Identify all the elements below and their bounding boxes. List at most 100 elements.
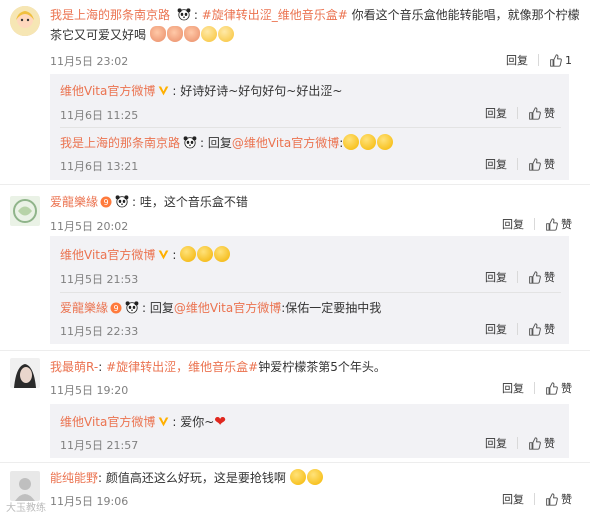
emoji-laugh-icon	[360, 134, 377, 150]
panda-icon	[176, 7, 192, 21]
reply-button[interactable]: 回复	[502, 380, 524, 396]
reply-list: 维他Vita官方微博: 爱你~❤ 11月5日 21:57 回复 赞	[50, 404, 569, 458]
emoji-laugh-icon	[343, 134, 360, 150]
panda-icon	[114, 194, 130, 208]
verified-v-icon	[157, 84, 170, 97]
reply-username[interactable]: 维他Vita官方微博	[60, 415, 155, 429]
reply-button[interactable]: 回复	[485, 321, 507, 337]
emoji-grin-icon	[306, 469, 323, 485]
reply-username[interactable]: 爱龍樂緣	[60, 301, 108, 315]
panda-icon	[182, 135, 198, 149]
divider	[538, 54, 539, 66]
like-button[interactable]: 赞	[545, 216, 572, 232]
reply-button[interactable]: 回复	[485, 435, 507, 451]
avatar-image	[10, 358, 40, 388]
reply-button[interactable]: 回复	[485, 269, 507, 285]
emoji-grin-icon	[289, 469, 306, 485]
avatar[interactable]	[10, 6, 40, 36]
reply-text: 爱龍樂緣: 回复@维他Vita官方微博:保佑一定要抽中我	[60, 301, 382, 315]
emoji-smile-icon	[217, 26, 234, 42]
reply-button[interactable]: 回复	[502, 491, 524, 507]
divider	[534, 218, 535, 230]
reply-button[interactable]: 回复	[506, 52, 528, 68]
like-label: 赞	[561, 382, 572, 395]
reply-button[interactable]: 回复	[502, 216, 524, 232]
comment-3: 我最萌R-: #旋律转出涩，维他音乐盒#钟爱柠檬茶第5个年头。 11月5日 19…	[0, 352, 590, 462]
reply-item: 爱龍樂緣: 回复@维他Vita官方微博:保佑一定要抽中我 11月5日 22:33…	[50, 293, 569, 344]
like-button[interactable]: 赞	[528, 321, 555, 337]
reply-button[interactable]: 回复	[485, 105, 507, 121]
comment-body: 颜值高还这么好玩，这是要抢钱啊	[105, 471, 286, 485]
like-button[interactable]: 赞	[545, 491, 572, 507]
reply-text: 维他Vita官方微博:	[60, 246, 561, 264]
verified-v-icon	[157, 415, 170, 428]
comment-body: 哇，这个音乐盒不错	[139, 195, 248, 209]
mention-link[interactable]: @维他Vita官方微博	[232, 136, 339, 150]
thumb-up-icon	[528, 158, 541, 171]
like-label: 赞	[561, 218, 572, 231]
comment-divider	[0, 350, 590, 351]
like-label: 赞	[544, 437, 555, 450]
avatar-image	[10, 196, 40, 226]
like-count: 1	[565, 53, 572, 67]
reply-time: 11月5日 21:57	[60, 439, 139, 452]
avatar[interactable]	[10, 196, 40, 226]
emoji-laugh-icon	[377, 134, 394, 150]
heart-icon: ❤	[214, 414, 227, 430]
reply-username[interactable]: 我是上海的那条南京路	[60, 136, 180, 150]
comment-username[interactable]: 我最萌R-	[50, 360, 98, 374]
reply-time: 11月6日 13:21	[60, 160, 139, 173]
comment-time: 11月5日 19:20	[50, 384, 129, 397]
reply-username[interactable]: 维他Vita官方微博	[60, 248, 155, 262]
hashtag-link[interactable]: #旋律转出涩_维他音乐盒#	[202, 8, 348, 22]
comment-username[interactable]: 能纯能野	[50, 471, 98, 485]
emoji-hands-icon	[166, 26, 183, 42]
reply-text: 维他Vita官方微博: 爱你~❤	[60, 414, 227, 430]
reply-body: 爱你~	[180, 415, 215, 429]
comment-body: 你看这个音乐盒他能转能唱，就像那个柠檬	[351, 8, 580, 22]
like-label: 赞	[544, 158, 555, 171]
like-button[interactable]: 赞	[528, 435, 555, 451]
reply-actions: 回复 赞	[485, 156, 555, 172]
emoji-sunglasses-icon	[180, 246, 197, 262]
avatar[interactable]	[10, 471, 40, 501]
thumb-up-icon	[528, 107, 541, 120]
divider	[534, 382, 535, 394]
thumb-up-icon	[528, 323, 541, 336]
divider	[517, 107, 518, 119]
comment-body: 钟爱柠檬茶第5个年头。	[258, 360, 386, 374]
reply-text: 我是上海的那条南京路: 回复@维他Vita官方微博:	[60, 134, 561, 152]
like-label: 赞	[544, 323, 555, 336]
reply-username[interactable]: 维他Vita官方微博	[60, 84, 155, 98]
reply-actions: 回复 赞	[485, 105, 555, 121]
comment-body-line2: 茶它又可爱又好喝	[50, 28, 147, 42]
comment-1: 我是上海的那条南京路 : #旋律转出涩_维他音乐盒# 你看这个音乐盒他能转能唱，…	[0, 0, 590, 186]
like-button[interactable]: 赞	[545, 380, 572, 396]
comment-text: 我最萌R-: #旋律转出涩，维他音乐盒#钟爱柠檬茶第5个年头。	[50, 360, 386, 374]
comment-text: 我是上海的那条南京路 : #旋律转出涩_维他音乐盒# 你看这个音乐盒他能转能唱，…	[50, 7, 580, 42]
mention-link[interactable]: @维他Vita官方微博	[174, 301, 281, 315]
comment-4: 能纯能野: 颜值高还这么好玩，这是要抢钱啊 11月5日 19:06 回复 赞	[0, 463, 590, 518]
comment-actions: 回复 赞	[502, 491, 572, 507]
reply-item: 我是上海的那条南京路: 回复@维他Vita官方微博: 11月6日 13:21 回…	[50, 128, 569, 180]
like-button[interactable]: 赞	[528, 105, 555, 121]
comment-username[interactable]: 爱龍樂緣	[50, 195, 98, 209]
comment-username[interactable]: 我是上海的那条南京路	[50, 8, 170, 22]
reply-item: 维他Vita官方微博: 爱你~❤ 11月5日 21:57 回复 赞	[50, 404, 569, 458]
comment-text: 能纯能野: 颜值高还这么好玩，这是要抢钱啊	[50, 468, 580, 488]
like-button[interactable]: 赞	[528, 156, 555, 172]
divider	[517, 158, 518, 170]
reply-button[interactable]: 回复	[485, 156, 507, 172]
like-button[interactable]: 赞	[528, 269, 555, 285]
reply-body: :保佑一定要抽中我	[281, 301, 382, 315]
level-badge-icon	[100, 196, 112, 208]
avatar-image	[10, 471, 40, 501]
like-button[interactable]: 1	[549, 54, 572, 67]
divider	[534, 493, 535, 505]
verified-v-icon	[157, 248, 170, 261]
avatar[interactable]	[10, 358, 40, 388]
reply-item: 维他Vita官方微博: 好诗好诗~好句好句~好出涩~ 11月6日 11:25 回…	[50, 74, 569, 126]
thumb-up-icon	[528, 271, 541, 284]
hashtag-link[interactable]: #旋律转出涩，维他音乐盒#	[106, 360, 258, 374]
avatar-image	[10, 6, 40, 36]
